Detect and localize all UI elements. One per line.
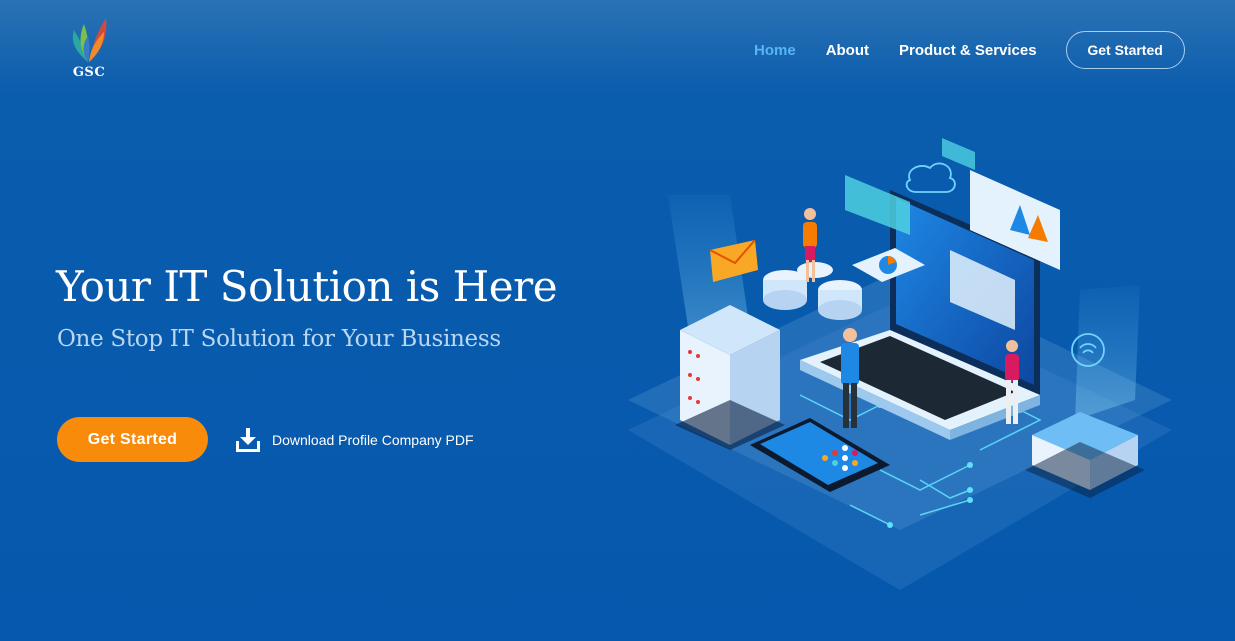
- page: GSC Home About Product & Services Get St…: [0, 0, 1235, 641]
- hero-get-started-button[interactable]: Get Started: [57, 417, 208, 462]
- hero-title: Your IT Solution is Here: [56, 262, 558, 311]
- nav-home[interactable]: Home: [754, 42, 796, 59]
- isometric-it-illustration: [628, 138, 1172, 590]
- download-profile-label: Download Profile Company PDF: [272, 432, 474, 448]
- nav-about[interactable]: About: [826, 42, 869, 59]
- site-header: GSC Home About Product & Services Get St…: [0, 0, 1235, 96]
- nav-products-services[interactable]: Product & Services: [899, 42, 1037, 59]
- download-icon: [234, 426, 262, 454]
- main-nav: Home About Product & Services Get Starte…: [754, 31, 1185, 69]
- nav-get-started-button[interactable]: Get Started: [1065, 31, 1185, 69]
- brand-logo[interactable]: GSC: [66, 14, 116, 86]
- hero-subtitle: One Stop IT Solution for Your Business: [57, 326, 501, 352]
- brand-logo-text: GSC: [72, 65, 106, 80]
- download-profile-link[interactable]: Download Profile Company PDF: [234, 426, 474, 454]
- leaf-logo-icon: [72, 18, 107, 62]
